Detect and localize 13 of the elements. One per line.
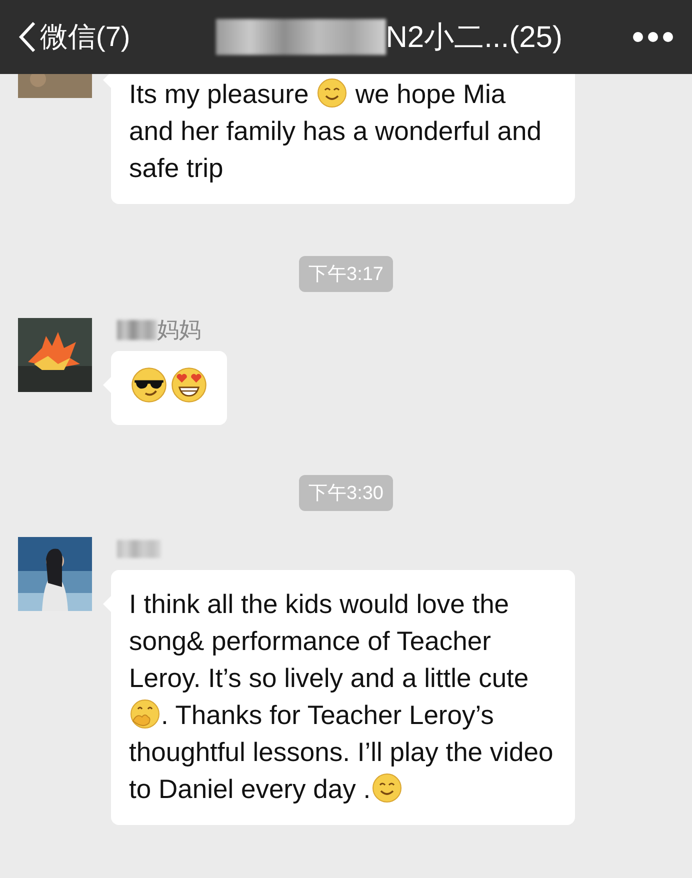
blurred-text — [117, 320, 157, 340]
sunglasses-face-icon — [131, 367, 167, 403]
heart-eyes-face-icon — [171, 367, 207, 403]
timestamp: 下午3:17 — [298, 256, 394, 292]
smiling-face-icon — [317, 78, 348, 108]
chat-title: N2小二...(25) — [386, 20, 562, 56]
timestamp: 下午3:30 — [298, 475, 394, 511]
hugging-face-icon — [130, 699, 160, 729]
back-button[interactable]: 微信(7) — [18, 18, 130, 56]
chevron-left-icon — [18, 21, 36, 53]
smiling-face-icon — [372, 773, 402, 803]
more-icon[interactable] — [632, 31, 674, 43]
sender-name: 妈妈 — [157, 316, 201, 344]
